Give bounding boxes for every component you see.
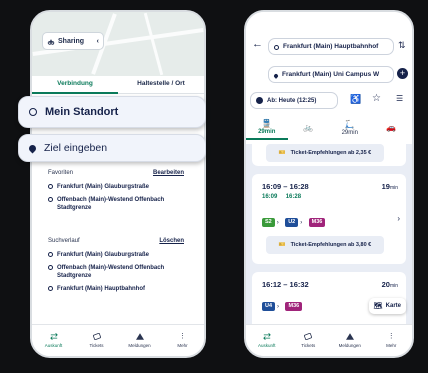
ticket-icon: 🎫 [278,150,286,156]
car-icon: 🚗 [386,123,397,132]
trip-times: 16:12 – 16:32 [262,280,309,289]
line-badge: M36 [308,218,326,228]
location-pin-icon [48,184,53,189]
destination-field[interactable]: Ziel eingeben [18,134,206,162]
ticket-recommendation[interactable]: 🎫 Ticket-Empfehlungen ab 3,80 € [266,236,384,254]
trip-card-partial[interactable]: 🎫 Ticket-Empfehlungen ab 2,35 € [252,144,406,166]
from-field[interactable]: Frankfurt (Main) Hauptbahnhof [268,38,394,55]
chevron-right-icon: › [276,219,279,226]
mode-tab-car[interactable]: 🚗 [371,116,413,140]
list-item[interactable]: Offenbach (Main)-Westend Offenbach Stadt… [48,264,184,280]
scooter-icon: 🛴 [344,120,355,129]
route-icon [262,333,271,340]
time-field[interactable]: Ab: Heute (12:25) [250,92,338,109]
route-icon [49,333,58,340]
chevron-left-icon: ‹ [96,37,99,45]
map-icon: 🗺 [373,303,383,310]
favorite-star-icon[interactable]: ☆ [372,93,381,104]
chevron-right-icon: › [300,219,303,226]
results-header: ← Frankfurt (Main) Hauptbahnhof ⇅ Frankf… [246,12,412,144]
back-arrow-icon[interactable]: ← [252,38,263,50]
phone-results-screen: ← Frankfurt (Main) Hauptbahnhof ⇅ Frankf… [244,10,414,358]
mode-tab-walk[interactable]: 🛴 29min [329,116,371,140]
history-title: Suchverlauf [48,238,80,244]
tab-haltestelle[interactable]: Haltestelle / Ort [118,76,204,94]
chevron-right-icon: › [397,214,400,223]
nav-meldungen[interactable]: Meldungen [118,325,161,356]
nav-tickets[interactable]: Tickets [75,325,118,356]
favorites-title: Favoriten [48,170,74,176]
add-stop-icon[interactable]: + [397,68,408,79]
train-icon: 🚆 [261,119,272,128]
phone-search-screen: Sharing ‹ Verbindung Haltestelle / Ort F… [30,10,206,358]
sharing-icon [47,38,55,45]
location-pin-icon [48,265,53,270]
to-field[interactable]: Frankfurt (Main) Uni Campus W [268,66,394,83]
history-clear-link[interactable]: Löschen [159,238,184,244]
search-tabs: Verbindung Haltestelle / Ort [32,76,204,94]
list-item[interactable]: Frankfurt (Main) Hauptbahnhof [48,285,184,293]
accessibility-icon[interactable]: ♿ [350,94,361,105]
realtime-times: 16:09 16:28 [262,194,302,200]
bottom-navigation: Auskunft Tickets Meldungen ⋮ Mehr [246,324,412,356]
ticket-icon [304,333,313,340]
location-pin-icon [48,252,53,257]
nav-auskunft[interactable]: Auskunft [246,325,288,356]
filter-icon[interactable]: ☰ [396,94,403,103]
nav-mehr[interactable]: ⋮ Mehr [371,325,413,356]
nav-tickets[interactable]: Tickets [288,325,330,356]
clock-icon [256,97,263,104]
line-badge: U2 [285,218,299,228]
origin-circle-icon [274,44,279,50]
more-icon: ⋮ [179,333,186,340]
line-badges: S2 › U2 › M36 [262,214,326,232]
mode-tab-transit[interactable]: 🚆 29min [246,116,288,140]
list-item[interactable]: Frankfurt (Main) Glauburgstraße [48,183,184,191]
nav-mehr[interactable]: ⋮ Mehr [161,325,204,356]
line-badge: U4 [262,302,276,312]
mode-tab-bike[interactable]: 🚲 [288,116,330,140]
list-item[interactable]: Offenbach (Main)-Westend Offenbach Stadt… [48,196,184,212]
bicycle-icon: 🚲 [303,123,314,132]
trip-card[interactable]: 16:09 – 16:28 19min 16:09 16:28 S2 › U2 › … [252,174,406,264]
origin-field[interactable]: Mein Standort [18,96,206,128]
ticket-icon: 🎫 [278,242,286,248]
ticket-icon [92,333,101,340]
sharing-button[interactable]: Sharing ‹ [42,32,104,50]
more-icon: ⋮ [387,333,395,340]
favorites-section: Favoriten Bearbeiten Frankfurt (Main) Gla… [48,170,184,217]
history-section: Suchverlauf Löschen Frankfurt (Main) Glau… [48,238,184,298]
line-badge: S2 [262,218,275,228]
map-button[interactable]: 🗺 Karte [368,298,406,314]
trip-times: 16:09 – 16:28 [262,182,309,191]
nav-meldungen[interactable]: Meldungen [329,325,371,356]
favorites-edit-link[interactable]: Bearbeiten [153,170,184,176]
chevron-right-icon: › [277,303,280,310]
location-pin-icon [48,197,53,202]
line-badges: U4 › M36 [262,298,303,316]
ticket-recommendation[interactable]: 🎫 Ticket-Empfehlungen ab 2,35 € [266,144,384,162]
swap-icon[interactable]: ⇅ [398,40,406,51]
origin-circle-icon [29,108,37,116]
list-item[interactable]: Frankfurt (Main) Glauburgstraße [48,251,184,259]
results-list: 🎫 Ticket-Empfehlungen ab 2,35 € 16:09 – 1… [246,144,412,328]
destination-pin-icon [27,143,38,153]
sharing-label: Sharing [58,37,85,45]
warning-icon [135,333,144,340]
tab-verbindung[interactable]: Verbindung [32,76,118,94]
bottom-navigation: Auskunft Tickets Meldungen ⋮ Mehr [32,324,204,356]
location-pin-icon [48,286,53,291]
destination-pin-icon [273,72,279,79]
trip-duration: 19min [381,182,398,191]
nav-auskunft[interactable]: Auskunft [32,325,75,356]
trip-duration: 20min [381,280,398,289]
mode-tabs: 🚆 29min 🚲 🛴 29min 🚗 [246,116,412,140]
line-badge: M36 [285,302,303,312]
warning-icon [345,333,354,340]
